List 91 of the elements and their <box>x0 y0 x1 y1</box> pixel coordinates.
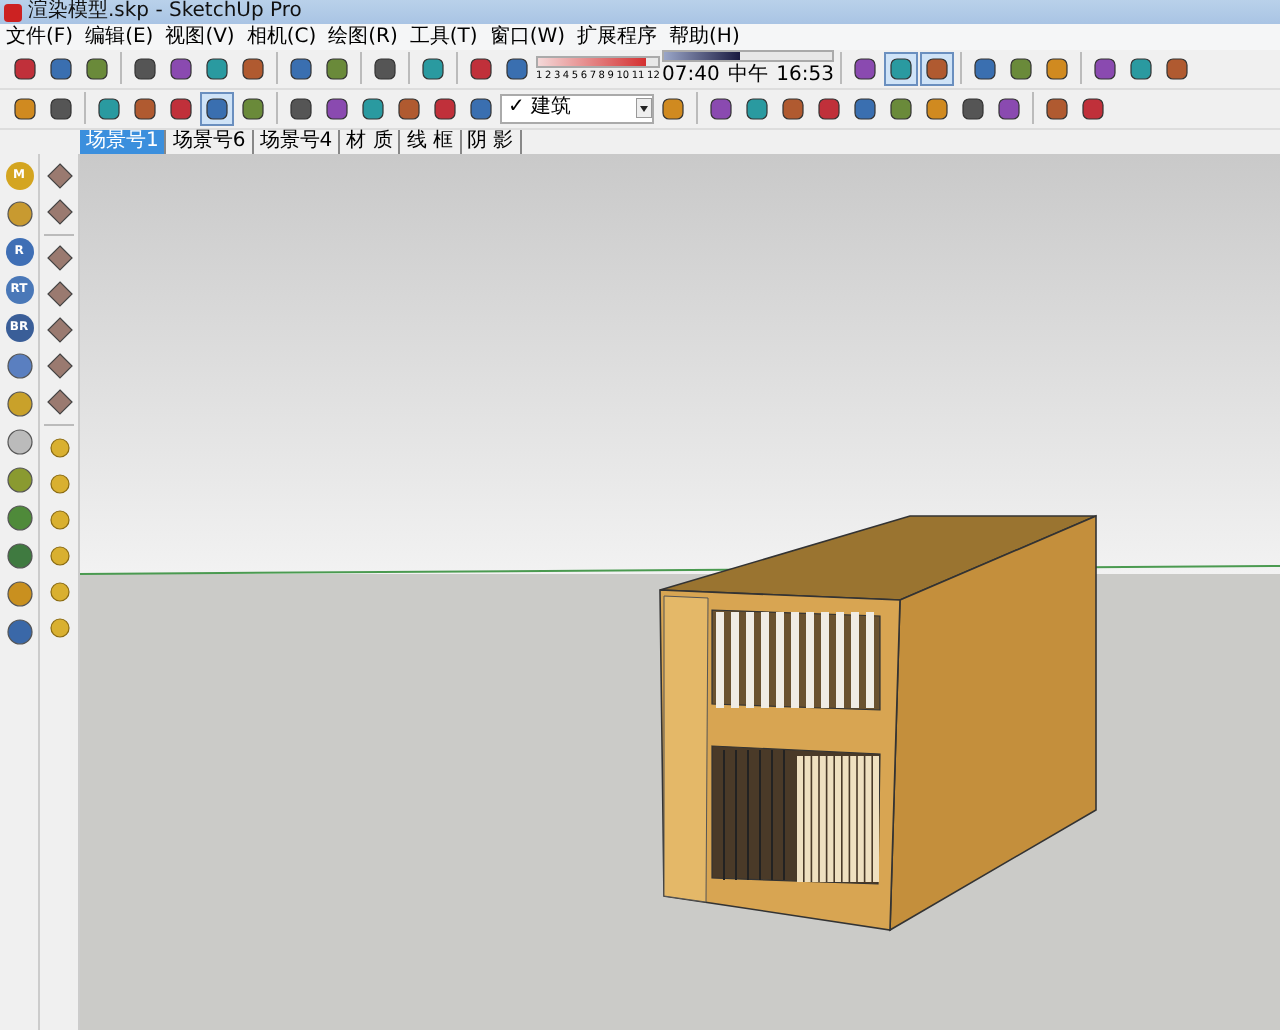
time-slider[interactable]: 07:40 中午 16:53 <box>662 50 834 87</box>
tool-icon <box>924 95 950 122</box>
tool-icon <box>1044 95 1070 122</box>
tool-icon <box>1164 55 1190 82</box>
tool-icon <box>240 95 266 122</box>
plugin-icon[interactable] <box>5 390 33 418</box>
tool-icon <box>420 55 446 82</box>
time-label: 07:40 <box>662 64 720 87</box>
tool-icon <box>468 55 494 82</box>
tool-icon[interactable] <box>45 470 73 498</box>
tool-icon[interactable] <box>45 198 73 226</box>
menu-item[interactable]: 相机(C) <box>246 25 317 50</box>
tool-icon <box>12 95 38 122</box>
tool-icon[interactable] <box>45 316 73 344</box>
tool-icon <box>780 95 806 122</box>
tool-icon[interactable] <box>45 434 73 462</box>
layer-dropdown[interactable]: ✓ 建筑 <box>500 93 654 124</box>
tool-icon <box>996 95 1022 122</box>
tool-icon <box>852 55 878 82</box>
tool-icon <box>504 55 530 82</box>
menu-item[interactable]: 窗口(W) <box>489 25 566 50</box>
tool-icon <box>48 95 74 122</box>
tool-icon <box>132 55 158 82</box>
tool-icon <box>168 55 194 82</box>
time-label: 中午 <box>728 64 768 87</box>
time-label: 16:53 <box>776 64 834 87</box>
tool-icon <box>84 55 110 82</box>
tool-icon <box>168 95 194 122</box>
plugin-icon[interactable] <box>5 504 33 532</box>
tool-icon <box>660 95 686 122</box>
tool-icon <box>468 95 494 122</box>
tool-icon <box>816 95 842 122</box>
tool-icon <box>132 95 158 122</box>
tool-icon <box>924 55 950 82</box>
tool-icon <box>708 95 734 122</box>
tool-icon <box>1044 55 1070 82</box>
toolbar-button[interactable] <box>200 91 234 126</box>
tool-icon <box>1008 55 1034 82</box>
toolbar-button[interactable] <box>920 51 954 86</box>
tool-icon[interactable] <box>45 162 73 190</box>
tool-icon <box>324 95 350 122</box>
tool-icon <box>204 55 230 82</box>
tool-icon <box>888 95 914 122</box>
tool-icon[interactable] <box>45 578 73 606</box>
tool-icon <box>12 55 38 82</box>
tool-icon <box>360 95 386 122</box>
plugin-icon[interactable] <box>5 618 33 646</box>
plugin-icon[interactable] <box>5 428 33 456</box>
tool-icon <box>1080 95 1106 122</box>
tool-icon <box>888 55 914 82</box>
tool-icon[interactable] <box>45 506 73 534</box>
menu-item[interactable]: 视图(V) <box>165 25 235 50</box>
menu-item[interactable]: 帮助(H) <box>669 25 740 50</box>
tool-icon <box>744 95 770 122</box>
layer-name: ✓ 建筑 <box>508 96 572 121</box>
tool-icon[interactable] <box>45 352 73 380</box>
tool-icon <box>432 95 458 122</box>
tool-icon <box>288 95 314 122</box>
tool-icon[interactable] <box>45 388 73 416</box>
toolbar-button[interactable] <box>884 51 918 86</box>
tool-icon <box>972 55 998 82</box>
tool-icon <box>1128 55 1154 82</box>
tool-icon <box>240 55 266 82</box>
tool-icon <box>288 55 314 82</box>
plugin-icon[interactable] <box>5 466 33 494</box>
menu-item[interactable]: 扩展程序 <box>577 25 658 50</box>
menu-item[interactable]: 工具(T) <box>409 25 478 50</box>
menu-item[interactable]: 绘图(R) <box>328 25 398 50</box>
tool-icon <box>48 55 74 82</box>
tool-icon[interactable] <box>45 280 73 308</box>
plugin-icon[interactable] <box>5 580 33 608</box>
menu-item[interactable]: 编辑(E) <box>85 25 154 50</box>
plugin-icon[interactable] <box>5 542 33 570</box>
tool-icon <box>960 95 986 122</box>
tool-icon <box>852 95 878 122</box>
tool-icon <box>372 55 398 82</box>
tool-icon <box>204 95 230 122</box>
caret-icon <box>636 98 652 119</box>
3d-viewport[interactable] <box>80 154 1280 1030</box>
tool-icon <box>96 95 122 122</box>
tool-icon <box>324 55 350 82</box>
tool-icon[interactable] <box>45 542 73 570</box>
tool-icon[interactable] <box>45 614 73 642</box>
tool-icon <box>396 95 422 122</box>
menu-item[interactable]: 文件(F) <box>6 25 74 50</box>
app-logo-icon <box>4 3 22 22</box>
plugin-icon[interactable] <box>5 200 33 228</box>
tool-icon[interactable] <box>45 244 73 272</box>
tool-icon <box>1092 55 1118 82</box>
plugin-icon[interactable] <box>5 352 33 380</box>
window-title: 渲染模型.skp - SketchUp Pro <box>28 0 302 25</box>
